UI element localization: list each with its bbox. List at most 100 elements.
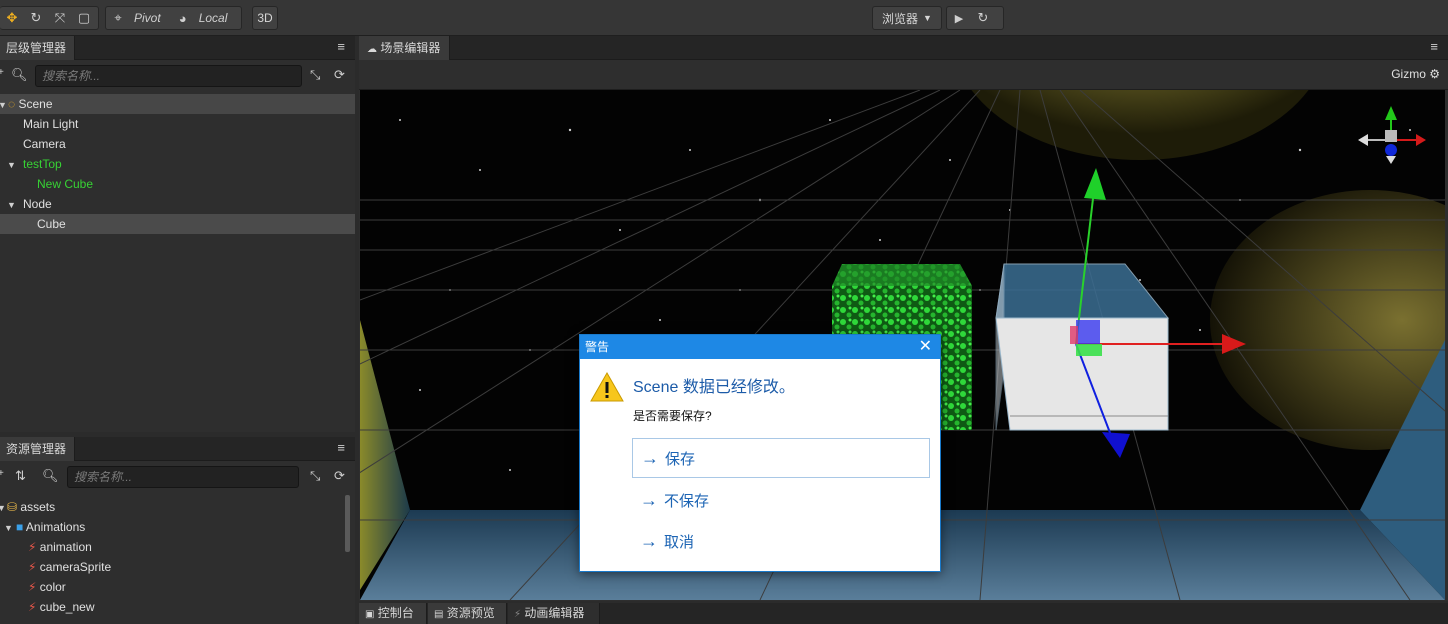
- tree-item-label: cameraSprite: [39, 560, 112, 574]
- close-icon[interactable]: ✕: [919, 335, 932, 359]
- tree-item-cube[interactable]: Cube: [0, 214, 355, 234]
- document-icon: ▤: [434, 609, 444, 620]
- scene-icon: ◌: [8, 97, 16, 111]
- tree-item-label: Cube: [37, 217, 66, 231]
- tree-item-label: animation: [39, 540, 92, 554]
- sort-icon[interactable]: ⇅: [15, 468, 26, 484]
- tree-item-new-cube[interactable]: New Cube: [0, 174, 355, 194]
- main-toolbar: ✥ ↻ ⤧ ▢ ⌖ Pivot ◕ Local 3D 浏览器 ▼ ▶ ↻: [0, 0, 1448, 36]
- hamburger-menu-icon[interactable]: ≡: [1430, 36, 1438, 58]
- add-icon[interactable]: +: [0, 468, 4, 479]
- rotate-tool-icon[interactable]: ↻: [24, 7, 48, 29]
- rect-tool-icon[interactable]: ▢: [72, 7, 96, 29]
- dont-save-label: 不保存: [664, 493, 710, 510]
- refresh-icon[interactable]: ⟳: [334, 468, 345, 484]
- dialog-title: 警告: [585, 340, 610, 354]
- tree-item-label: Camera: [23, 137, 66, 151]
- save-label: 保存: [665, 451, 696, 468]
- three-d-toggle[interactable]: 3D: [252, 6, 278, 30]
- database-icon: ⛁: [7, 500, 18, 514]
- bottom-tabbar: ▣ 控制台 ▤ 资源预览 ⚡︎ 动画编辑器: [359, 603, 1448, 624]
- console-icon: ▣: [365, 609, 375, 620]
- tree-item-label: Main Light: [23, 117, 79, 131]
- cloud-icon: ☁: [367, 44, 377, 55]
- tree-item-label: Animations: [25, 520, 86, 534]
- transform-tool-group: ✥ ↻ ⤧ ▢: [0, 6, 99, 30]
- expand-arrow-icon[interactable]: ▼: [0, 498, 7, 518]
- hierarchy-panel: 层级管理器 ≡ + 🔍︎ 搜索名称... ⤡ ⟳ ▼◌ Scene Main L…: [0, 36, 355, 432]
- dialog-sub-message: 是否需要保存?: [633, 409, 712, 423]
- hamburger-menu-icon[interactable]: ≡: [337, 36, 345, 58]
- assets-tree: ▼⛁ assets ▼ ■ Animations ⚡︎ animation ⚡︎ …: [0, 497, 355, 617]
- animation-clip-icon: ⚡︎: [28, 580, 37, 594]
- warning-icon: [590, 371, 624, 402]
- animation-clip-icon: ⚡︎: [28, 560, 37, 574]
- pivot-toggle[interactable]: Pivot: [130, 7, 165, 29]
- expand-arrow-icon[interactable]: ▼: [0, 95, 8, 115]
- tree-item-label: testTop: [23, 157, 62, 171]
- collapse-icon[interactable]: ⤡: [310, 468, 320, 484]
- scene-editor-header: ☁ 场景编辑器 ≡: [359, 36, 1448, 60]
- arrow-right-icon: →: [640, 531, 658, 551]
- hierarchy-search-input[interactable]: 搜索名称...: [35, 65, 302, 87]
- gear-icon: ⚙: [1429, 67, 1440, 81]
- chevron-down-icon: ▼: [923, 13, 932, 23]
- tree-item-scene[interactable]: ▼◌ Scene: [0, 94, 355, 114]
- expand-arrow-icon[interactable]: ▼: [7, 155, 23, 175]
- move-tool-icon[interactable]: ✥: [0, 7, 24, 29]
- tab-console[interactable]: ▣ 控制台: [359, 603, 427, 624]
- refresh-icon[interactable]: ↻: [971, 7, 995, 29]
- asset-item-animation[interactable]: ⚡︎ animation: [0, 537, 355, 557]
- pivot-icon: ⌖: [114, 10, 122, 25]
- hierarchy-tree: ▼◌ Scene Main Light Camera ▼ testTop New …: [0, 94, 355, 234]
- expand-arrow-icon[interactable]: ▼: [7, 195, 23, 215]
- asset-item-camerasprite[interactable]: ⚡︎ cameraSprite: [0, 557, 355, 577]
- dont-save-button[interactable]: → 不保存: [632, 480, 930, 520]
- collapse-icon[interactable]: ⤡: [310, 67, 320, 83]
- cancel-label: 取消: [664, 534, 695, 551]
- tab-scene-editor[interactable]: ☁ 场景编辑器: [359, 36, 450, 60]
- assets-panel: 资源管理器 ≡ + ⇅ 🔍︎ 搜索名称... ⤡ ⟳ ▼⛁ assets ▼ ■ …: [0, 437, 355, 624]
- hierarchy-header: 层级管理器 ≡: [0, 36, 355, 60]
- tab-animation-editor[interactable]: ⚡︎ 动画编辑器: [508, 603, 600, 624]
- play-icon[interactable]: ▶: [947, 7, 971, 29]
- expand-arrow-icon[interactable]: ▼: [4, 518, 16, 538]
- tree-item-node[interactable]: ▼ Node: [0, 194, 355, 214]
- hamburger-menu-icon[interactable]: ≡: [337, 437, 345, 459]
- globe-icon: ◕: [178, 10, 187, 26]
- animation-clip-icon: ⚡︎: [28, 600, 37, 614]
- dialog-titlebar: 警告 ✕: [580, 335, 940, 359]
- tab-hierarchy[interactable]: 层级管理器: [0, 36, 75, 60]
- local-toggle[interactable]: Local: [195, 7, 232, 29]
- scale-tool-icon[interactable]: ⤧: [48, 7, 72, 29]
- dialog-message: Scene 数据已经修改。: [633, 379, 795, 396]
- assets-header: 资源管理器 ≡: [0, 437, 355, 461]
- gizmo-button[interactable]: Gizmo ⚙: [1391, 67, 1440, 81]
- search-filter-icon[interactable]: 🔍︎: [42, 468, 59, 484]
- tree-item-label: New Cube: [37, 177, 94, 191]
- tree-item-label: cube_new: [39, 600, 95, 614]
- hierarchy-search-row: + 🔍︎ 搜索名称... ⤡ ⟳: [0, 61, 355, 91]
- add-icon[interactable]: +: [0, 67, 4, 78]
- tree-item-label: Node: [23, 197, 52, 211]
- tree-item-label: Scene: [18, 97, 53, 111]
- tree-item-testtop[interactable]: ▼ testTop: [0, 154, 355, 174]
- three-d-label: 3D: [257, 11, 273, 25]
- asset-item-cube-new[interactable]: ⚡︎ cube_new: [0, 597, 355, 617]
- refresh-icon[interactable]: ⟳: [334, 67, 345, 83]
- pivot-local-group: ⌖ Pivot ◕ Local: [105, 6, 242, 30]
- assets-search-row: + ⇅ 🔍︎ 搜索名称... ⤡ ⟳: [0, 462, 355, 492]
- search-filter-icon[interactable]: 🔍︎: [11, 67, 28, 83]
- browser-select[interactable]: 浏览器 ▼: [872, 6, 942, 30]
- tree-item-main-light[interactable]: Main Light: [0, 114, 355, 134]
- browser-select-label: 浏览器: [882, 11, 919, 26]
- tab-assets[interactable]: 资源管理器: [0, 437, 75, 461]
- save-button[interactable]: → 保存: [632, 438, 930, 478]
- cancel-button[interactable]: → 取消: [632, 521, 930, 561]
- tree-item-camera[interactable]: Camera: [0, 134, 355, 154]
- assets-search-input[interactable]: 搜索名称...: [67, 466, 299, 488]
- tab-asset-preview[interactable]: ▤ 资源预览: [428, 603, 507, 624]
- asset-item-color[interactable]: ⚡︎ color: [0, 577, 355, 597]
- asset-item-animations[interactable]: ▼ ■ Animations: [0, 517, 355, 537]
- asset-item-assets[interactable]: ▼⛁ assets: [0, 497, 355, 517]
